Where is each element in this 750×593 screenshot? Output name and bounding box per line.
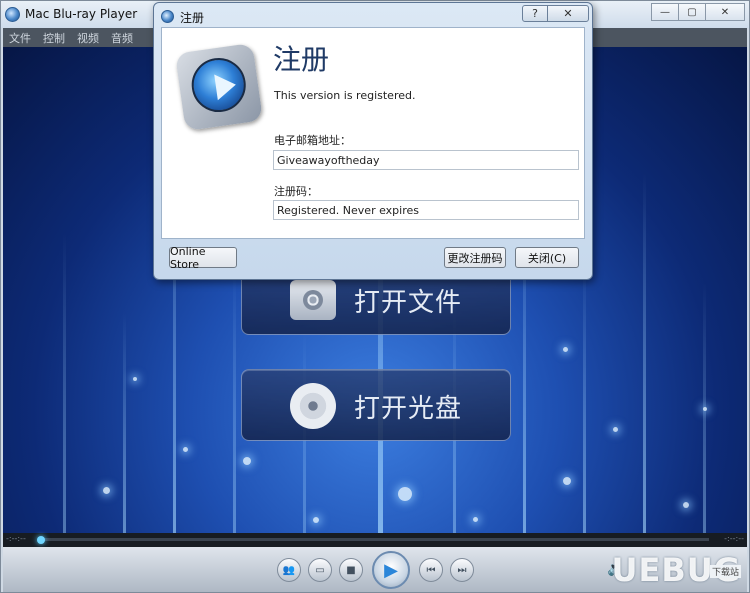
light-ray <box>233 273 236 533</box>
window-title: Mac Blu-ray Player <box>25 7 138 21</box>
play-icon[interactable]: ▶ <box>372 551 410 589</box>
registration-status: This version is registered. <box>274 89 416 102</box>
register-dialog: 注册 ? ✕ 注册 This version is registered. 电子… <box>153 2 593 280</box>
users-icon[interactable]: 👥 <box>277 558 301 582</box>
progress-knob[interactable] <box>37 536 45 544</box>
dialog-close-button[interactable]: ✕ <box>547 5 589 22</box>
sparkle <box>473 517 478 522</box>
light-ray <box>583 263 586 533</box>
dialog-title: 注册 <box>180 11 205 25</box>
watermark-sub: 下载站 <box>709 565 741 578</box>
sparkle <box>313 517 319 523</box>
product-logo-icon <box>174 42 264 132</box>
control-bar: 👥 ▭ ■ ▶ ⏮ ⏭ 🔈 UEBUG 下载站 <box>3 547 747 592</box>
dialog-app-icon <box>161 10 174 23</box>
sparkle <box>703 407 707 411</box>
light-ray <box>643 173 646 533</box>
registration-code-field[interactable]: Registered. Never expires <box>273 200 579 220</box>
disc-icon <box>290 383 336 429</box>
app-logo-icon <box>5 7 20 22</box>
dialog-body: 注册 This version is registered. 电子邮箱地址： G… <box>161 27 585 239</box>
online-store-button[interactable]: Online Store <box>169 245 237 271</box>
sparkle <box>183 447 188 452</box>
sparkle <box>243 457 251 465</box>
open-disc-button[interactable]: 打开光盘 <box>241 369 511 441</box>
email-label: 电子邮箱地址： <box>274 134 351 147</box>
next-icon[interactable]: ⏭ <box>450 558 474 582</box>
menu-control[interactable]: 控制 <box>43 30 65 46</box>
close-dialog-button[interactable]: 关闭(C) <box>515 247 579 268</box>
help-button[interactable]: ? <box>522 5 548 22</box>
menu-video[interactable]: 视频 <box>77 30 99 46</box>
light-ray <box>123 313 126 533</box>
code-label: 注册码： <box>274 185 318 198</box>
menu-audio[interactable]: 音频 <box>111 30 133 46</box>
open-disc-label: 打开光盘 <box>354 394 463 424</box>
folder-icon[interactable]: ▭ <box>308 558 332 582</box>
dialog-heading: 注册 <box>273 43 330 76</box>
minimize-button[interactable]: — <box>651 3 679 21</box>
light-ray <box>63 233 66 533</box>
film-reel-icon <box>290 280 336 320</box>
email-field[interactable]: Giveawayoftheday <box>273 150 579 170</box>
progress-bar[interactable]: -:--:-- -:--:-- <box>3 533 747 547</box>
sparkle <box>563 347 568 352</box>
sparkle <box>398 487 412 501</box>
sparkle <box>133 377 137 381</box>
close-button[interactable]: ✕ <box>705 3 745 21</box>
sparkle <box>103 487 110 494</box>
previous-icon[interactable]: ⏮ <box>419 558 443 582</box>
sparkle <box>563 477 571 485</box>
time-remaining-icon: -:--:-- <box>724 534 744 543</box>
open-file-label: 打开文件 <box>354 288 463 318</box>
sparkle <box>613 427 618 432</box>
sparkle <box>683 502 689 508</box>
stop-icon[interactable]: ■ <box>339 558 363 582</box>
menu-file[interactable]: 文件 <box>9 30 31 46</box>
progress-track[interactable] <box>39 538 709 541</box>
time-elapsed-icon: -:--:-- <box>6 534 26 543</box>
maximize-button[interactable]: ▢ <box>678 3 706 21</box>
change-code-button[interactable]: 更改注册码 <box>444 247 506 268</box>
